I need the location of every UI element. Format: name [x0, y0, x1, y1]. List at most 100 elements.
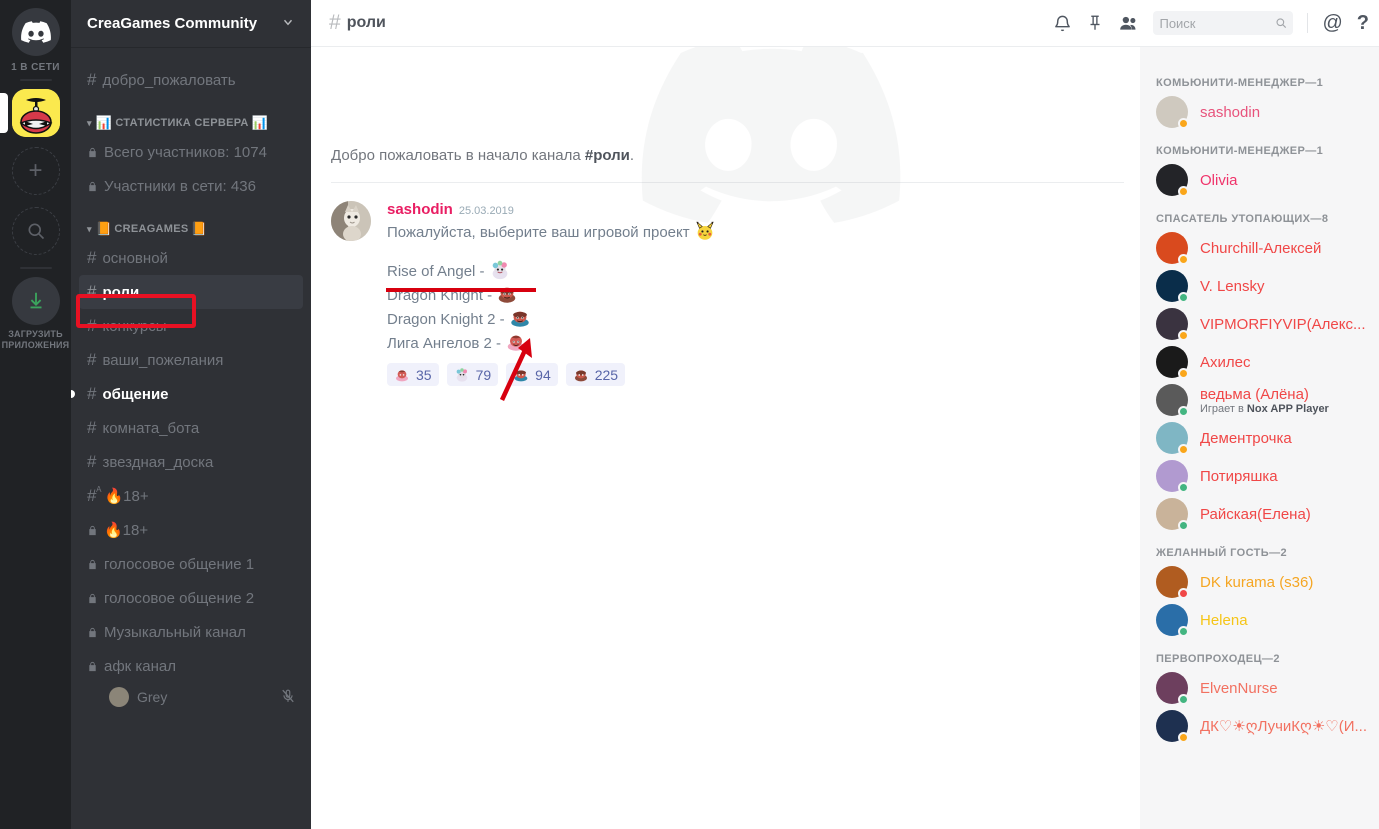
member-list-item[interactable]: ведьма (Алёна) Играет в Nox APP Player [1140, 381, 1379, 419]
message-text: Dragon Knight - [387, 287, 497, 304]
channel-list: # добро_пожаловать ▾ 📊 СТАТИСТИКА СЕРВЕР… [71, 47, 311, 829]
member-group-title: ЖЕЛАННЫЙ ГОСТЬ—2 [1156, 547, 1288, 559]
online-count-label: 1 В СЕТИ [11, 62, 60, 73]
member-group-title: КОМЬЮНИТИ-МЕНЕДЖЕР—1 [1156, 77, 1324, 89]
status-indicator-online [1178, 482, 1189, 493]
member-name: Olivia [1200, 171, 1238, 189]
home-button[interactable] [11, 8, 60, 56]
member-list-item[interactable]: V. Lensky [1140, 267, 1379, 305]
member-list-item[interactable]: Ахилес [1140, 343, 1379, 381]
message-text: Пожалуйста, выберите ваш игровой проект [387, 224, 694, 241]
member-list-item[interactable]: Olivia [1140, 161, 1379, 199]
member-name: V. Lensky [1200, 277, 1265, 295]
member-text: Дементрочка [1200, 430, 1292, 447]
message-text: Лига Ангелов 2 - [387, 335, 506, 352]
status-indicator-online [1178, 626, 1189, 637]
reaction-liga-angelov[interactable]: 35 [387, 363, 439, 386]
member-list-item[interactable]: Helena [1140, 601, 1379, 639]
member-list-item[interactable]: ElvenNurse [1140, 669, 1379, 707]
voice-participant-grey[interactable]: Grey [79, 683, 303, 711]
dragon-knight-emoji [498, 287, 516, 303]
download-icon [30, 292, 41, 309]
sidebar-item-online-members[interactable]: Участники в сети: 436 [79, 169, 303, 203]
add-server-button[interactable]: + [11, 147, 60, 195]
sidebar-item-voice-2[interactable]: голосовое общение 2 [79, 581, 303, 615]
sidebar-item-voice-1[interactable]: голосовое общение 1 [79, 547, 303, 581]
sidebar-item-dobro-pozhalovat[interactable]: # добро_пожаловать [79, 63, 303, 97]
member-list-item[interactable]: Дементрочка [1140, 419, 1379, 457]
member-list-item[interactable]: ДК♡☀︎︎ღЛучиКღ☀︎︎♡(И... [1140, 707, 1379, 745]
member-list-item[interactable]: sashodin [1140, 93, 1379, 131]
sidebar-item-roli[interactable]: # роли [79, 275, 303, 309]
category-label: CREAGAMES [114, 223, 189, 235]
bar-chart-emoji: 📊 [95, 115, 113, 130]
sidebar-item-music-channel[interactable]: Музыкальный канал [79, 615, 303, 649]
server-icon-creagames[interactable] [11, 89, 60, 137]
sidebar-item-konkursy[interactable]: # конкурсы [79, 309, 303, 343]
lock-icon [87, 146, 98, 159]
channel-label: 🔥18+ [104, 522, 149, 539]
member-list-item[interactable]: DK kurama (s36) [1140, 563, 1379, 601]
channel-label: звездная_доска [102, 453, 214, 471]
avatar [1156, 164, 1189, 197]
avatar [1156, 270, 1189, 303]
avatar[interactable] [331, 201, 371, 241]
download-apps-button[interactable] [11, 277, 60, 325]
microphone-muted-icon [281, 689, 295, 706]
member-text: Churchill-Алексей [1200, 240, 1321, 257]
activity-prefix: Играет в [1200, 402, 1247, 415]
member-name: DK kurama (s36) [1200, 573, 1314, 591]
channel-label: комната_бота [102, 419, 200, 437]
pin-icon[interactable] [1086, 14, 1104, 32]
sidebar-item-osnovnoy[interactable]: # основной [79, 241, 303, 275]
status-indicator-idle [1178, 330, 1189, 341]
lock-icon [87, 180, 98, 193]
channel-label: Всего участников: 1074 [104, 143, 267, 161]
member-list-item[interactable]: Churchill-Алексей [1140, 229, 1379, 267]
sidebar-item-vashi-pozhelaniya[interactable]: # ваши_пожелания [79, 343, 303, 377]
liga-angelov-emoji [507, 335, 525, 351]
channel-label: основной [102, 249, 168, 267]
search-icon [1276, 18, 1287, 28]
sidebar-item-nsfw-18plus[interactable]: # A 🔥18+ [79, 479, 303, 513]
search-input[interactable] [1159, 15, 1272, 31]
sidebar-item-afk-channel[interactable]: афк канал [79, 649, 303, 683]
member-name: Райская(Елена) [1200, 505, 1311, 523]
chevron-down-icon: ▾ [87, 223, 92, 234]
chevron-down-icon[interactable] [281, 15, 295, 32]
bell-icon[interactable] [1053, 14, 1072, 33]
reaction-dragon-knight-2[interactable]: 94 [506, 363, 558, 386]
category-creagames[interactable]: ▾ 📙 CREAGAMES 📙 [71, 203, 311, 241]
reaction-count: 94 [535, 366, 551, 383]
member-list[interactable]: КОМЬЮНИТИ-МЕНЕДЖЕР—1 sashodin КОМЬЮНИТИ-МЕ… [1140, 47, 1379, 829]
help-icon[interactable]: ? [1357, 12, 1369, 35]
channel-label: общение [102, 385, 169, 403]
status-indicator-online [1178, 694, 1189, 705]
explore-servers-button[interactable] [11, 207, 60, 255]
search-box[interactable] [1153, 11, 1294, 35]
members-icon[interactable] [1118, 13, 1139, 34]
avatar [1156, 566, 1189, 599]
guild-header[interactable]: CreaGames Community [71, 0, 311, 47]
avatar [1156, 710, 1189, 743]
sidebar-item-locked-18plus[interactable]: 🔥18+ [79, 513, 303, 547]
voice-user-name: Grey [137, 689, 168, 705]
mention-icon[interactable]: @ [1322, 12, 1342, 35]
sidebar-item-komnata-bota[interactable]: # комната_бота [79, 411, 303, 445]
reaction-rise-of-angel[interactable]: 79 [446, 363, 499, 386]
sidebar-item-obshchenie[interactable]: # общение [71, 377, 303, 411]
server-item-creagames[interactable] [0, 89, 71, 137]
reaction-dragon-knight[interactable]: 225 [565, 363, 626, 386]
category-statistika-servera[interactable]: ▾ 📊 СТАТИСТИКА СЕРВЕРА 📊 [71, 97, 311, 135]
sidebar-item-total-members[interactable]: Всего участников: 1074 [79, 135, 303, 169]
avatar [1156, 672, 1189, 705]
member-list-item[interactable]: VIPMORFIYVIP(Алекс... [1140, 305, 1379, 343]
channel-welcome-text: Добро пожаловать в начало канала #роли. [331, 147, 1124, 164]
sidebar-item-zvezdnaya-doska[interactable]: # звездная_доска [79, 445, 303, 479]
status-indicator-idle [1178, 368, 1189, 379]
download-apps-label: ЗАГРУЗИТЬ ПРИЛОЖЕНИЯ [2, 329, 70, 351]
member-text: sashodin [1200, 104, 1260, 121]
member-list-item[interactable]: Райская(Елена) [1140, 495, 1379, 533]
member-list-item[interactable]: Потиряшка [1140, 457, 1379, 495]
message-author[interactable]: sashodin [387, 201, 453, 219]
